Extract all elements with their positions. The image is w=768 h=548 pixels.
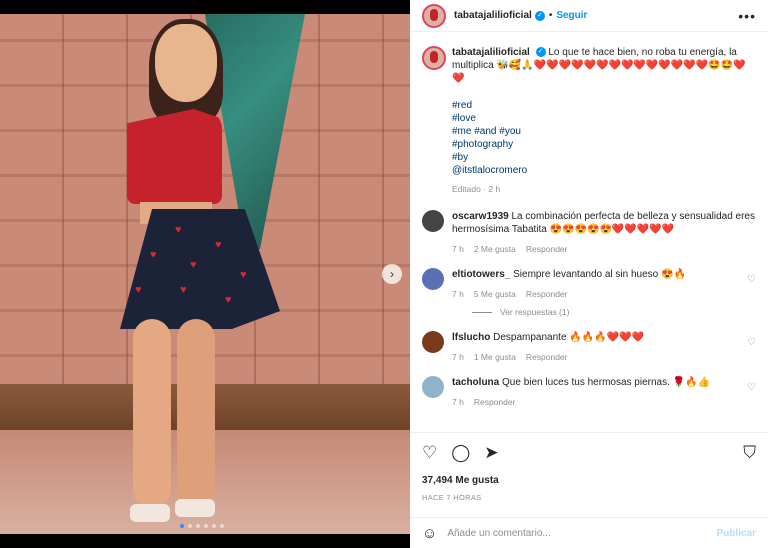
comment-meta: 7 h Responder <box>452 397 756 407</box>
verified-icon: ✓ <box>535 47 546 58</box>
avatar[interactable] <box>422 210 444 232</box>
reply-button[interactable]: Responder <box>474 397 516 407</box>
comment-likes[interactable]: 2 Me gusta <box>474 244 516 254</box>
comment-time[interactable]: 7 h <box>452 289 464 299</box>
author-username[interactable]: tabatajalilioficial <box>454 10 532 21</box>
comment-time[interactable]: 7 h <box>452 397 464 407</box>
add-comment-bar: ☺ Publicar <box>410 517 768 548</box>
photo-person: ♥ ♥ ♥ ♥ ♥ ♥ ♥ ♥ <box>105 19 295 534</box>
comment-meta: 7 h 2 Me gusta Responder <box>452 244 756 254</box>
avatar[interactable] <box>422 268 444 290</box>
comments-list[interactable]: tabatajalilioficial ✓ Lo que te hace bie… <box>410 32 768 432</box>
comment-likes[interactable]: 1 Me gusta <box>474 352 516 362</box>
hashtag-link[interactable]: #photography <box>452 138 756 151</box>
comment-item: oscarw1939 La combinación perfecta de be… <box>422 210 756 254</box>
view-replies-button[interactable]: Ver respuestas (1) <box>452 307 756 317</box>
follow-button[interactable]: Seguir <box>556 10 587 21</box>
avatar[interactable] <box>422 3 446 28</box>
hashtag-link[interactable]: #me #and #you <box>452 125 756 138</box>
carousel-dot <box>180 524 184 528</box>
heart-icon[interactable]: ♡ <box>747 216 756 227</box>
emoji-icon[interactable]: ☺ <box>422 525 437 542</box>
mention-link[interactable]: @itstlalocromero <box>452 164 756 177</box>
carousel-dot <box>196 524 200 528</box>
caption-username[interactable]: tabatajalilioficial <box>452 47 530 58</box>
reply-button[interactable]: Responder <box>526 352 568 362</box>
comment-item: eltiotowers_ Siempre levantando al sin h… <box>422 268 756 317</box>
caption: tabatajalilioficial ✓ Lo que te hace bie… <box>422 46 756 194</box>
instagram-post-modal: ♥ ♥ ♥ ♥ ♥ ♥ ♥ ♥ › tabatajalilioficial ✓ … <box>0 0 768 548</box>
comment-item: lfslucho Despampanante 🔥🔥🔥❤️❤️❤️ 7 h 1 M… <box>422 331 756 362</box>
comment-username[interactable]: oscarw1939 <box>452 211 509 222</box>
carousel-dot <box>188 524 192 528</box>
next-photo-button[interactable]: › <box>382 264 402 284</box>
comment-text: Siempre levantando al sin hueso 😍🔥 <box>513 269 686 280</box>
avatar[interactable] <box>422 376 444 398</box>
comment-meta: 7 h 1 Me gusta Responder <box>452 352 756 362</box>
comment-icon[interactable]: ◯ <box>451 443 470 463</box>
comment-username[interactable]: lfslucho <box>452 332 490 343</box>
replies-divider <box>472 311 492 313</box>
carousel-dot <box>204 524 208 528</box>
bookmark-icon[interactable]: ⛉ <box>743 443 756 463</box>
hashtag-link[interactable]: #love <box>452 112 756 125</box>
comment-meta: 7 h 5 Me gusta Responder <box>452 289 756 299</box>
reply-button[interactable]: Responder <box>526 244 568 254</box>
hashtag-list: #red #love #me #and #you #photography #b… <box>452 99 756 177</box>
comment-text: Despampanante 🔥🔥🔥❤️❤️❤️ <box>493 332 644 343</box>
carousel-dots <box>180 524 224 528</box>
heart-icon[interactable]: ♡ <box>422 443 437 463</box>
post-header: tabatajalilioficial ✓ • Seguir ••• <box>410 0 768 32</box>
heart-icon[interactable]: ♡ <box>747 382 756 393</box>
view-replies-label: Ver respuestas (1) <box>500 307 570 317</box>
post-timestamp[interactable]: HACE 7 HORAS <box>422 493 481 502</box>
post-side-panel: tabatajalilioficial ✓ • Seguir ••• tabat… <box>410 0 768 548</box>
comment-username[interactable]: tacholuna <box>452 377 499 388</box>
carousel-dot <box>220 524 224 528</box>
comment-time[interactable]: 7 h <box>452 352 464 362</box>
comment-item: tacholuna Que bien luces tus hermosas pi… <box>422 376 756 407</box>
post-photo[interactable]: ♥ ♥ ♥ ♥ ♥ ♥ ♥ ♥ › <box>0 14 410 534</box>
separator: • <box>548 10 553 21</box>
comment-username[interactable]: eltiotowers_ <box>452 269 510 280</box>
comment-time[interactable]: 7 h <box>452 244 464 254</box>
verified-icon: ✓ <box>534 10 545 21</box>
heart-icon[interactable]: ♡ <box>747 337 756 348</box>
comment-text: Que bien luces tus hermosas piernas. 🌹🔥👍 <box>502 377 711 388</box>
post-actions: ♡ ◯ ➤ ⛉ 37,494 Me gusta HACE 7 HORAS ☺ P… <box>410 432 768 548</box>
publish-button[interactable]: Publicar <box>717 528 756 539</box>
avatar[interactable] <box>422 331 444 353</box>
reply-button[interactable]: Responder <box>526 289 568 299</box>
comment-likes[interactable]: 5 Me gusta <box>474 289 516 299</box>
heart-icon[interactable]: ♡ <box>747 274 756 285</box>
more-options-icon[interactable]: ••• <box>738 8 756 24</box>
chevron-right-icon: › <box>390 267 394 281</box>
action-icons: ♡ ◯ ➤ <box>422 443 499 463</box>
hashtag-link[interactable]: #by <box>452 151 756 164</box>
carousel-dot <box>212 524 216 528</box>
edited-timestamp: Editado · 2 h <box>452 184 501 194</box>
hashtag-link[interactable]: #red <box>452 99 756 112</box>
comment-input[interactable] <box>447 528 717 539</box>
likes-count[interactable]: 37,494 Me gusta <box>422 475 499 486</box>
share-icon[interactable]: ➤ <box>484 443 498 463</box>
avatar[interactable] <box>422 46 446 70</box>
